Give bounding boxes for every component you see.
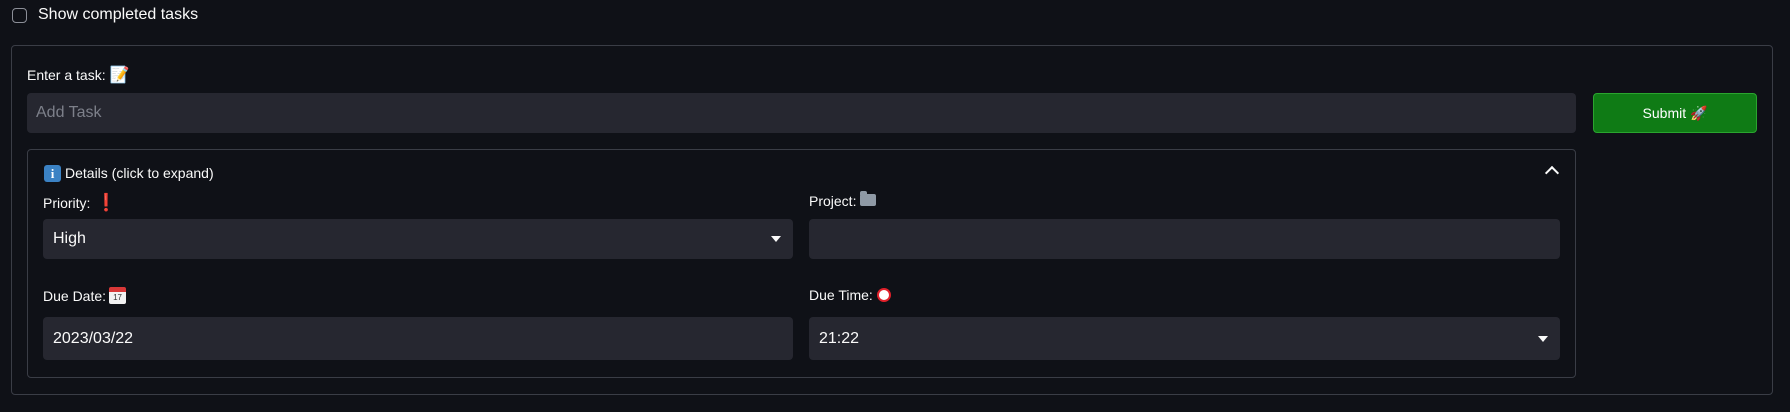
due-time-select[interactable]: 21:22 [809,317,1560,360]
details-title: Details (click to expand) [65,165,214,181]
project-input[interactable] [809,219,1560,259]
due-time-label-text: Due Time: [809,287,873,303]
folder-icon [860,191,877,206]
memo-icon: 📝 [109,67,130,84]
due-date-value: 2023/03/22 [53,329,134,347]
details-expander-header[interactable]: i Details (click to expand) [28,150,1575,196]
exclamation-icon: ❗ [95,193,117,212]
info-icon: i [44,165,61,182]
due-time-value: 21:22 [819,329,860,347]
task-input-label-text: Enter a task: [27,67,106,83]
caret-down-icon[interactable] [771,236,781,242]
alarm-clock-icon [876,288,891,302]
priority-label: Priority: ❗ [43,193,117,213]
show-completed-toggle[interactable]: Show completed tasks [12,6,198,24]
priority-select[interactable]: High [43,219,793,259]
app-root: Show completed tasks Enter a task: 📝 Sub… [0,0,1790,412]
priority-label-text: Priority: [43,195,91,211]
due-date-label-text: Due Date: [43,287,107,304]
submit-button[interactable]: Submit 🚀 [1593,93,1757,133]
show-completed-label: Show completed tasks [38,6,199,23]
due-date-input[interactable]: 2023/03/22 [43,317,793,360]
project-label-text: Project: [809,193,857,209]
details-expander: i Details (click to expand) Priority: ❗ … [27,149,1576,378]
priority-select-value: High [53,230,86,247]
calendar-icon: 17 [109,287,127,304]
due-time-label: Due Time: [809,287,891,303]
chevron-up-icon[interactable] [1544,165,1560,181]
task-input[interactable] [27,93,1576,133]
due-date-label: Due Date: 17 [43,287,127,304]
caret-down-icon[interactable] [1538,335,1548,342]
task-input-label: Enter a task: 📝 [27,65,130,85]
project-label: Project: [809,191,877,209]
show-completed-checkbox[interactable] [12,7,27,23]
